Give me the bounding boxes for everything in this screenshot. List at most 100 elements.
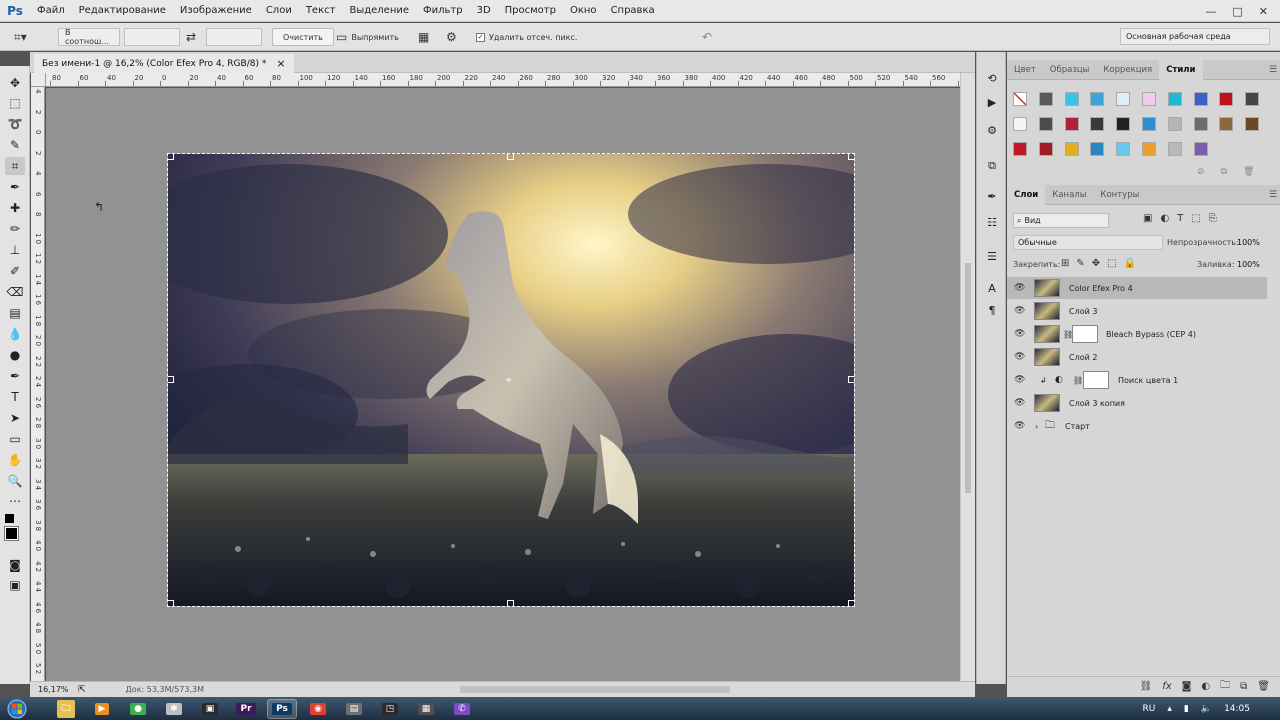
foreground-color[interactable] [4, 526, 19, 541]
character-icon[interactable]: A [984, 280, 1000, 296]
style-swatch[interactable] [1064, 92, 1079, 106]
fill-value[interactable]: 100% [1237, 260, 1260, 269]
fx-icon[interactable]: fx [1162, 681, 1171, 692]
lock-artboard-icon[interactable]: ⬚ [1107, 258, 1116, 269]
styles-tab-2[interactable]: Коррекция [1096, 60, 1159, 80]
taskbar-app-icon[interactable]: ▤ [339, 699, 369, 719]
crop-handle-top-left[interactable] [168, 154, 174, 160]
menu-item-1[interactable]: Редактирование [72, 0, 173, 22]
gradient-tool-icon[interactable]: ▤ [5, 304, 25, 322]
style-swatch[interactable] [1193, 117, 1208, 131]
layer-row[interactable]: 👁 ↲ ◐ ⛓ Поиск цвета 1 [1007, 369, 1267, 391]
style-swatch[interactable] [1167, 142, 1182, 156]
undo-icon[interactable]: ↶ [702, 28, 712, 46]
move-tool-icon[interactable]: ✥ [5, 74, 25, 92]
crop-tool-icon[interactable]: ⌗ [5, 157, 25, 175]
layer-mask-thumbnail[interactable] [1083, 371, 1109, 389]
style-swatch[interactable] [1116, 92, 1131, 106]
visibility-eye-icon[interactable]: 👁 [1014, 352, 1026, 362]
style-swatch[interactable] [1064, 117, 1079, 131]
maximize-button[interactable]: □ [1232, 5, 1242, 18]
taskbar-app-icon[interactable]: ● [123, 699, 153, 719]
visibility-eye-icon[interactable]: 👁 [1014, 329, 1026, 339]
style-swatch[interactable] [1245, 92, 1260, 106]
swap-colors-icon[interactable] [5, 514, 14, 523]
quick-mask-icon[interactable]: ◙ [5, 556, 25, 574]
style-swatch[interactable] [1193, 92, 1208, 106]
panel-menu-icon[interactable]: ☰ [1269, 65, 1277, 75]
type-tool-icon[interactable]: T [5, 388, 25, 406]
screen-mode-icon[interactable]: ▣ [5, 576, 25, 594]
menu-item-7[interactable]: 3D [470, 0, 498, 22]
marquee-tool-icon[interactable]: ⬚ [5, 94, 25, 112]
ratio-select[interactable]: В соотнош... [58, 28, 120, 46]
taskbar-app-icon[interactable]: ◳ [375, 699, 405, 719]
visibility-eye-icon[interactable]: 👁 [1014, 398, 1026, 408]
canvas-area[interactable]: ↰ ⌖ [46, 88, 960, 681]
filter-shape-icon[interactable]: ⬚ [1191, 213, 1200, 224]
gear-icon[interactable]: ⚙ [446, 28, 457, 46]
more-tools-icon[interactable]: ⋯ [5, 492, 25, 510]
styles-tab-1[interactable]: Образцы [1043, 60, 1097, 80]
layer-name[interactable]: Старт [1065, 422, 1090, 431]
hand-tool-icon[interactable]: ✋ [5, 451, 25, 469]
taskbar-app-icon[interactable]: ▶ [87, 699, 117, 719]
filter-kind-select[interactable]: ⌕ Вид [1013, 213, 1109, 228]
layers-tab-0[interactable]: Слои [1007, 184, 1046, 205]
style-swatch[interactable] [1038, 117, 1053, 131]
new-style-icon[interactable]: ⧉ [1221, 167, 1227, 177]
blur-tool-icon[interactable]: 💧 [5, 325, 25, 343]
taskbar-app-icon[interactable]: ▣ [195, 699, 225, 719]
style-swatch[interactable] [1142, 92, 1156, 106]
styles-tab-0[interactable]: Цвет [1007, 60, 1043, 80]
style-swatch[interactable] [1142, 142, 1156, 156]
width-field[interactable] [124, 28, 180, 46]
style-swatch[interactable] [1064, 142, 1079, 156]
lasso-tool-icon[interactable]: ➰ [5, 115, 25, 133]
layer-row[interactable]: 👁 Color Efex Pro 4 [1007, 277, 1267, 299]
visibility-eye-icon[interactable]: 👁 [1014, 306, 1026, 316]
style-swatch[interactable] [1116, 117, 1131, 131]
healing-tool-icon[interactable]: ✚ [5, 199, 25, 217]
height-field[interactable] [206, 28, 262, 46]
volume-icon[interactable]: 🔈 [1201, 704, 1212, 714]
crop-handle-right[interactable] [848, 376, 854, 383]
history-brush-tool-icon[interactable]: ✐ [5, 262, 25, 280]
style-swatch[interactable] [1013, 92, 1027, 106]
style-swatch[interactable] [1013, 142, 1027, 156]
layer-row[interactable]: 👁 Слой 2 [1007, 346, 1267, 368]
layer-name[interactable]: Слой 2 [1069, 353, 1097, 362]
layer-mask-thumbnail[interactable] [1072, 325, 1098, 343]
link-layers-icon[interactable]: ⛓ [1140, 681, 1153, 692]
minimize-button[interactable]: — [1205, 5, 1216, 18]
tray-arrow-icon[interactable]: ▴ [1167, 704, 1172, 714]
crop-handle-bottom-left[interactable] [168, 600, 174, 606]
horizontal-scroll-thumb[interactable] [460, 686, 730, 693]
no-style-icon[interactable]: ⊘ [1197, 167, 1205, 177]
style-swatch[interactable] [1090, 92, 1105, 106]
dodge-tool-icon[interactable]: ● [5, 346, 25, 364]
lock-transparent-icon[interactable]: ⊞ [1061, 258, 1069, 269]
style-swatch[interactable] [1090, 117, 1105, 131]
taskbar-app-icon[interactable]: ◉ [303, 699, 333, 719]
eraser-tool-icon[interactable]: ⌫ [5, 283, 25, 301]
clone-stamp-tool-icon[interactable]: ⊥ [5, 241, 25, 259]
crop-tool-icon[interactable]: ⌗▾ [14, 28, 27, 46]
menu-item-10[interactable]: Справка [604, 0, 662, 22]
new-group-icon[interactable]: 🗀 [1220, 678, 1230, 695]
adjust-icon[interactable]: ☷ [984, 214, 1000, 230]
visibility-eye-icon[interactable]: 👁 [1014, 375, 1026, 385]
add-mask-icon[interactable]: ◙ [1182, 681, 1192, 692]
zoom-tool-icon[interactable]: 🔍 [5, 472, 25, 490]
vertical-scroll-thumb[interactable] [965, 263, 971, 493]
new-layer-icon[interactable]: ⧉ [1240, 681, 1247, 692]
style-swatch[interactable] [1167, 117, 1182, 131]
layers-tab-2[interactable]: Контуры [1093, 185, 1146, 205]
filter-type-icon[interactable]: T [1177, 213, 1183, 224]
start-button[interactable] [0, 697, 34, 720]
layer-row[interactable]: 👁 ⛓ Bleach Bypass (CEP 4) [1007, 323, 1267, 345]
crop-handle-bottom-right[interactable] [848, 600, 854, 606]
grid-overlay-icon[interactable]: ▦ [418, 28, 429, 46]
lock-all-icon[interactable]: 🔒 [1124, 258, 1136, 269]
clock[interactable]: 14:05 [1224, 704, 1250, 714]
